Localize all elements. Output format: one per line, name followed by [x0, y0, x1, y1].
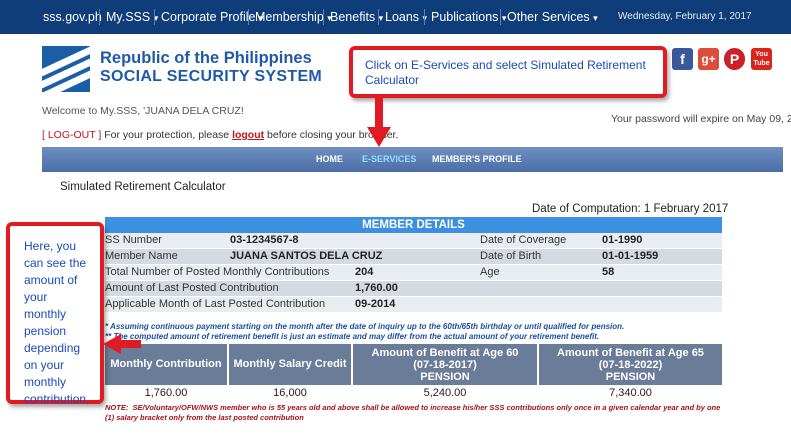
coverage-label: Date of Coverage	[480, 234, 567, 246]
callout-pension-explanation: Here, you can see the amount of your mon…	[6, 222, 104, 406]
col-date: (07-18-2017)	[413, 359, 477, 371]
age-value: 58	[602, 266, 615, 278]
logout-link[interactable]: logout	[232, 129, 264, 141]
col-monthly-salary-credit: Monthly Salary Credit	[229, 344, 351, 385]
nav-menu-label: Membership	[255, 10, 324, 24]
member-row-ss-number: SS Number 03-1234567-8 Date of Coverage …	[105, 233, 722, 248]
col-type: PENSION	[605, 371, 656, 383]
ss-number-label: SS Number	[105, 234, 162, 246]
google-plus-icon[interactable]: g+	[698, 48, 719, 70]
contrib-count-value: 204	[355, 266, 374, 278]
nav-divider	[500, 9, 501, 25]
member-name-label: Member Name	[105, 250, 178, 262]
last-month-value: 09-2014	[355, 298, 396, 310]
member-details-header: MEMBER DETAILS	[105, 217, 722, 233]
nav-menu-loans[interactable]: Loans ▾	[385, 0, 427, 34]
password-expiry-notice: Your password will expire on May 09, 201	[611, 113, 791, 125]
nav-menu-label: Publications	[431, 10, 499, 24]
birth-date-label: Date of Birth	[480, 250, 542, 262]
col-label: Amount of Benefit at Age 65	[557, 347, 704, 359]
nav-menu-publications[interactable]: Publications ▾	[431, 0, 506, 34]
last-amount-label: Amount of Last Posted Contribution	[105, 282, 279, 294]
arrow-down-icon	[367, 97, 391, 147]
col-benefit-age-60: Amount of Benefit at Age 60 (07-18-2017)…	[353, 344, 537, 385]
page-title: Simulated Retirement Calculator	[60, 181, 226, 193]
logout-text-before: For your protection, please	[101, 129, 233, 141]
last-amount-value: 1,760.00	[355, 282, 398, 294]
facebook-icon[interactable]: f	[672, 48, 693, 70]
nav-menu-label: Benefits	[330, 10, 376, 24]
contrib-count-label: Total Number of Posted Monthly Contribut…	[105, 266, 330, 278]
assumption-note-2: ** The computed amount of retirement ben…	[105, 332, 600, 341]
nav-divider	[378, 9, 379, 25]
nav-divider	[154, 9, 155, 25]
birth-date-value: 01-01-1959	[602, 250, 659, 262]
col-label: Amount of Benefit at Age 60	[371, 347, 519, 359]
pension-age-60-value: 5,240.00	[423, 387, 467, 399]
nav-menu-other-services[interactable]: Other Services ▾	[507, 0, 598, 34]
nav-divider	[248, 9, 249, 25]
col-benefit-age-65: Amount of Benefit at Age 65 (07-18-2022)…	[539, 344, 722, 385]
nav-divider	[99, 9, 100, 25]
arrow-left-icon	[103, 334, 141, 354]
monthly-contribution-value: 1,760.00	[144, 387, 188, 399]
note-label: NOTE:	[105, 403, 129, 412]
welcome-message: Welcome to My.SSS, 'JUANA DELA CRUZ!	[42, 105, 244, 117]
col-label: Monthly Salary Credit	[233, 358, 347, 370]
sss-logo[interactable]	[42, 46, 90, 92]
col-date: (07-18-2022)	[598, 359, 663, 371]
coverage-value: 01-1990	[602, 234, 643, 246]
nav-menu-label: Loans	[385, 10, 420, 24]
nav-menu-label: Other Services	[507, 10, 590, 24]
subnav-members-profile[interactable]: MEMBER'S PROFILE	[432, 147, 522, 172]
nav-menu-label: Corporate Profile	[161, 10, 256, 24]
assumption-note-1: * Assuming continuous payment starting o…	[105, 322, 625, 331]
brand-line-2: SOCIAL SECURITY SYSTEM	[100, 68, 323, 85]
computation-date: Date of Computation: 1 February 2017	[532, 203, 729, 215]
nav-divider	[323, 9, 324, 25]
pension-age-65-value: 7,340.00	[609, 387, 652, 399]
ss-number-value: 03-1234567-8	[230, 234, 299, 246]
nav-menu-membership[interactable]: Membership ▾	[255, 0, 332, 34]
member-row-last-amount: Amount of Last Posted Contribution 1,760…	[105, 281, 722, 296]
callout-instruction: Click on E-Services and select Simulated…	[349, 46, 667, 98]
brand-line-1: Republic of the Philippines	[100, 49, 312, 67]
col-type: PENSION	[420, 371, 470, 383]
subnav-e-services[interactable]: E-SERVICES	[362, 147, 416, 172]
member-row-contrib-count: Total Number of Posted Monthly Contribut…	[105, 265, 722, 280]
note-text: SE/Voluntary/OFW/NWS member who is 55 ye…	[105, 403, 721, 422]
nav-menu-label: My.SSS	[106, 10, 151, 24]
top-navigation-bar: sss.gov.ph My.SSS ▾ Corporate Profile ▾ …	[0, 0, 791, 34]
logout-tag[interactable]: [ LOG-OUT ]	[42, 129, 101, 141]
logout-notice: [ LOG-OUT ] For your protection, please …	[42, 129, 398, 141]
chevron-down-icon: ▾	[593, 13, 598, 23]
footer-note: NOTE: SE/Voluntary/OFW/NWS member who is…	[105, 403, 725, 423]
youtube-icon[interactable]: You Tube	[751, 48, 772, 70]
member-row-name: Member Name JUANA SANTOS DELA CRUZ Date …	[105, 249, 722, 264]
nav-menu-benefits[interactable]: Benefits ▾	[330, 0, 383, 34]
member-name-value: JUANA SANTOS DELA CRUZ	[230, 250, 383, 262]
pinterest-icon[interactable]: P	[724, 48, 745, 70]
nav-divider	[424, 9, 425, 25]
nav-link-sss-gov[interactable]: sss.gov.ph	[43, 0, 102, 34]
sub-navigation-bar: HOME E-SERVICES MEMBER'S PROFILE	[42, 147, 783, 172]
member-row-last-month: Applicable Month of Last Posted Contribu…	[105, 297, 722, 312]
subnav-home[interactable]: HOME	[316, 147, 343, 172]
nav-menu-my-sss[interactable]: My.SSS ▾	[106, 0, 158, 34]
age-label: Age	[480, 266, 500, 278]
current-date: Wednesday, February 1, 2017	[618, 11, 752, 22]
chevron-down-icon: ▾	[501, 13, 507, 23]
last-month-label: Applicable Month of Last Posted Contribu…	[105, 298, 326, 310]
monthly-salary-credit-value: 16,000	[273, 387, 307, 399]
chevron-down-icon: ▾	[378, 13, 384, 23]
